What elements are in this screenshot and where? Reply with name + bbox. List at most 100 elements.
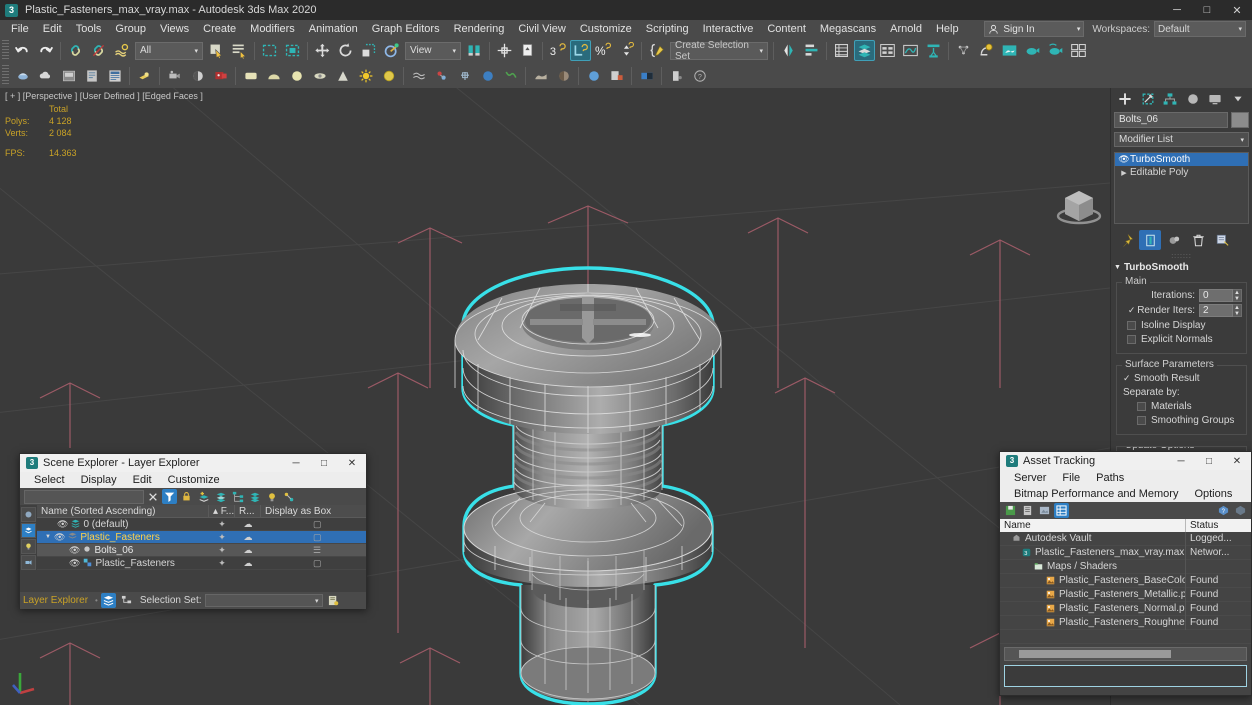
percent-snap-toggle-icon[interactable]: % xyxy=(593,40,614,61)
select-by-name-icon[interactable] xyxy=(229,40,250,61)
schematic-view-icon[interactable] xyxy=(923,40,944,61)
view-cube[interactable] xyxy=(1052,183,1106,233)
minimize-button[interactable]: ─ xyxy=(1162,0,1192,20)
column-name[interactable]: Name xyxy=(1000,519,1186,532)
render-iters-checkbox[interactable]: ✓ xyxy=(1126,305,1137,316)
select-and-uniform-scale-icon[interactable] xyxy=(358,40,379,61)
vray-toggle-icon[interactable] xyxy=(636,65,657,86)
menu-item-scripting[interactable]: Scripting xyxy=(639,20,696,38)
at-menu-file[interactable]: File xyxy=(1054,472,1088,484)
frozen-cell[interactable]: ✦ xyxy=(209,558,235,569)
remove-modifier-icon[interactable] xyxy=(1187,230,1209,250)
menu-item-file[interactable]: File xyxy=(4,20,36,38)
use-center-icon[interactable] xyxy=(494,40,515,61)
renderable-cell[interactable]: ☁ xyxy=(235,545,261,556)
render-iterative-icon[interactable] xyxy=(1045,40,1066,61)
menu-item-animation[interactable]: Animation xyxy=(302,20,365,38)
status-field[interactable] xyxy=(1004,665,1247,687)
vray-cloud-icon[interactable] xyxy=(35,65,56,86)
turbosmooth-rollout-header[interactable]: ▼ TurboSmooth xyxy=(1111,261,1252,274)
vray-clipper-icon[interactable] xyxy=(454,65,475,86)
scene-explorer-dialog[interactable]: 3 Scene Explorer - Layer Explorer ─ □ ✕ … xyxy=(19,453,367,609)
help-icon[interactable]: ? xyxy=(1216,503,1231,518)
save-icon[interactable] xyxy=(1003,503,1018,518)
vray-lightgen-icon[interactable] xyxy=(606,65,627,86)
column-frozen[interactable]: ▴ F... xyxy=(209,504,235,518)
vray-dome-icon[interactable] xyxy=(263,65,284,86)
at-menu-options[interactable]: Options xyxy=(1186,488,1240,500)
rail-layers-icon[interactable] xyxy=(21,523,36,538)
column-status[interactable]: Status xyxy=(1186,519,1251,532)
modifier-stack-item-turbosmooth[interactable]: 👁 TurboSmooth xyxy=(1115,153,1248,166)
render-in-cloud-icon[interactable] xyxy=(1068,40,1089,61)
chevron-right-icon[interactable]: ▶ xyxy=(1118,169,1130,177)
spinner-snap-toggle-icon[interactable] xyxy=(616,40,637,61)
vray-sphere-light-icon[interactable] xyxy=(286,65,307,86)
reference-coordinate-combo[interactable]: View ▾ xyxy=(405,41,461,60)
menu-item-megascans[interactable]: Megascans xyxy=(813,20,883,38)
vray-frame-buffer-icon[interactable] xyxy=(58,65,79,86)
vray-ies-icon[interactable] xyxy=(309,65,330,86)
table-row[interactable]: Autodesk Vault Logged... xyxy=(1000,531,1251,546)
smooth-result-checkbox[interactable]: ✓ xyxy=(1123,373,1134,384)
scene-explorer-titlebar[interactable]: 3 Scene Explorer - Layer Explorer ─ □ ✕ xyxy=(20,454,366,472)
table-row[interactable]: 👁 Plastic_Fasteners ✦ ☁ ▢ xyxy=(37,557,366,570)
undo-icon[interactable] xyxy=(12,40,33,61)
vray-sphere-blue-icon[interactable] xyxy=(477,65,498,86)
window-crossing-icon[interactable] xyxy=(282,40,303,61)
rail-light-icon[interactable] xyxy=(21,539,36,554)
at-menu-server[interactable]: Server xyxy=(1006,472,1054,484)
select-and-place-icon[interactable] xyxy=(381,40,402,61)
eye-icon[interactable]: 👁 xyxy=(54,532,65,543)
menu-item-modifiers[interactable]: Modifiers xyxy=(243,20,302,38)
vray-sphere-icon[interactable] xyxy=(187,65,208,86)
filter-icon[interactable] xyxy=(162,489,177,504)
render-iters-spinner[interactable]: ▲ ▼ xyxy=(1233,304,1242,317)
lock-icon[interactable] xyxy=(179,489,194,504)
frozen-cell[interactable]: ✦ xyxy=(209,532,235,543)
isoline-display-row[interactable]: Isoline Display xyxy=(1127,320,1242,331)
display-as-box-cell[interactable]: ▢ xyxy=(261,558,366,569)
mirror-icon[interactable] xyxy=(778,40,799,61)
close-button[interactable]: ✕ xyxy=(1223,452,1251,470)
scene-explorer-grid[interactable]: Name (Sorted Ascending) ▴ F... R... Disp… xyxy=(37,504,366,592)
utilities-tab-icon[interactable] xyxy=(1227,90,1250,109)
scene-explorer-icon[interactable] xyxy=(831,40,852,61)
vray-sun-icon[interactable] xyxy=(355,65,376,86)
smoothing-groups-row[interactable]: Smoothing Groups xyxy=(1137,415,1242,426)
vray-camera-icon[interactable] xyxy=(164,65,185,86)
close-button[interactable]: ✕ xyxy=(338,454,366,472)
isoline-display-checkbox[interactable] xyxy=(1127,321,1136,330)
vray-info-icon[interactable] xyxy=(666,65,687,86)
table-row[interactable]: Plastic_Fasteners_Roughness.png Found xyxy=(1000,615,1251,630)
create-selection-set-combo[interactable]: Create Selection Set ▾ xyxy=(670,40,768,62)
smoothing-groups-checkbox[interactable] xyxy=(1137,416,1146,425)
menu-item-graph-editors[interactable]: Graph Editors xyxy=(365,20,447,38)
vray-asset-editor-icon[interactable] xyxy=(81,65,102,86)
render-production-icon[interactable] xyxy=(1022,40,1043,61)
rollout-grip[interactable]: ::::::: xyxy=(1111,253,1252,261)
expander-icon[interactable]: ▼ xyxy=(45,534,51,540)
redo-icon[interactable] xyxy=(35,40,56,61)
align-icon[interactable] xyxy=(801,40,822,61)
layer-explorer-icon[interactable] xyxy=(854,40,875,61)
snaps-toggle-icon[interactable]: 3 xyxy=(547,40,568,61)
vray-decal-icon[interactable] xyxy=(500,65,521,86)
horizontal-scrollbar[interactable] xyxy=(1004,647,1247,661)
iterations-spinner[interactable]: ▲ ▼ xyxy=(1233,289,1242,302)
use-pivot-point-center-icon[interactable] xyxy=(464,40,485,61)
modifier-list-dropdown[interactable]: Modifier List ▾ xyxy=(1114,132,1249,147)
asset-tracking-dialog[interactable]: 3 Asset Tracking ─ □ ✕ Server File Paths… xyxy=(999,451,1252,696)
add-layer-icon[interactable] xyxy=(196,489,211,504)
clear-search-icon[interactable] xyxy=(145,489,160,504)
selection-set-dropdown[interactable]: ▾ xyxy=(204,594,323,607)
se-menu-select[interactable]: Select xyxy=(26,474,73,486)
bind-to-space-warp-icon[interactable] xyxy=(111,40,132,61)
hierarchy-icon[interactable] xyxy=(230,489,245,504)
vray-plane-icon[interactable] xyxy=(240,65,261,86)
eye-icon[interactable]: 👁 xyxy=(69,545,80,556)
perspective-viewport[interactable]: [ + ] [Perspective ] [User Defined ] [Ed… xyxy=(0,88,1110,705)
grid-view-icon[interactable] xyxy=(1054,503,1069,518)
eye-icon[interactable]: 👁 xyxy=(57,519,68,530)
vray-displacement-icon[interactable] xyxy=(408,65,429,86)
